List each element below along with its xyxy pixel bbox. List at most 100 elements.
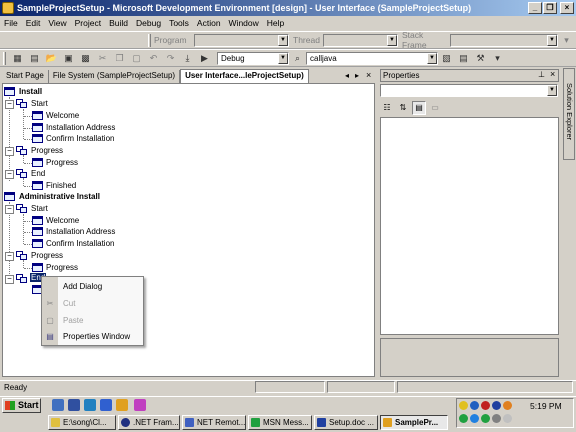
- find-icon[interactable]: ⌕: [291, 52, 304, 65]
- alphabetical-icon[interactable]: ⇅: [396, 101, 410, 115]
- tab-user-interface[interactable]: User Interface...leProjectSetup): [180, 69, 309, 83]
- add-dialog-menu-item[interactable]: Add Dialog: [42, 279, 143, 295]
- tree-install-start[interactable]: Start: [31, 99, 48, 108]
- ie-icon[interactable]: [100, 399, 112, 411]
- open-file-icon[interactable]: 📂: [45, 52, 58, 65]
- collapse-icon[interactable]: −: [5, 100, 14, 109]
- tab-file-system[interactable]: File System (SampleProjectSetup): [49, 70, 181, 83]
- copy-icon[interactable]: ❐: [113, 52, 126, 65]
- new-project-icon[interactable]: ▦: [11, 52, 24, 65]
- navigate-icon[interactable]: ⤓: [181, 52, 194, 65]
- tree-admin-progress[interactable]: Progress: [31, 251, 63, 260]
- tray-icon[interactable]: [459, 401, 468, 410]
- quick-launch-icon[interactable]: [68, 399, 80, 411]
- undo-icon[interactable]: ↶: [147, 52, 160, 65]
- tray-icon[interactable]: [459, 414, 468, 423]
- tray-icon[interactable]: [503, 401, 512, 410]
- tray-icon[interactable]: [470, 401, 479, 410]
- collapse-icon[interactable]: −: [5, 252, 14, 261]
- properties-icon[interactable]: ▤: [457, 52, 470, 65]
- tree-admin-confirm[interactable]: Confirm Installation: [46, 239, 114, 248]
- tray-icon[interactable]: [492, 414, 501, 423]
- tree-admin-install[interactable]: Administrative Install: [19, 192, 100, 201]
- object-selector-combo[interactable]: ▼: [380, 84, 558, 97]
- taskbar-button-net-framework[interactable]: .NET Fram...: [118, 415, 180, 430]
- toolbar-grip[interactable]: [3, 51, 6, 65]
- menu-tools[interactable]: Tools: [169, 18, 189, 28]
- menu-action[interactable]: Action: [197, 18, 221, 28]
- collapse-icon[interactable]: −: [5, 147, 14, 156]
- volume-icon[interactable]: [503, 414, 512, 423]
- tree-install-finished[interactable]: Finished: [46, 181, 76, 190]
- tree-install-address[interactable]: Installation Address: [46, 123, 115, 132]
- taskbar-button-msn[interactable]: MSN Mess...: [248, 415, 312, 430]
- tab-scroll-left-icon[interactable]: ◂: [345, 71, 349, 80]
- tray-icon[interactable]: [492, 401, 501, 410]
- toolbar-options-icon[interactable]: ▾: [491, 52, 504, 65]
- quick-launch-icon[interactable]: [84, 399, 96, 411]
- properties-close-icon[interactable]: ×: [550, 69, 555, 79]
- toolbox-icon[interactable]: ⚒: [474, 52, 487, 65]
- menu-edit[interactable]: Edit: [26, 18, 41, 28]
- menu-file[interactable]: File: [4, 18, 18, 28]
- collapse-icon[interactable]: −: [5, 275, 14, 284]
- solution-explorer-tab[interactable]: Solution Explorer: [563, 68, 575, 160]
- quick-launch-icon[interactable]: [116, 399, 128, 411]
- quick-launch-icon[interactable]: [134, 399, 146, 411]
- taskbar-button-setup-doc[interactable]: Setup.doc ...: [314, 415, 378, 430]
- tab-close-icon[interactable]: ×: [366, 70, 371, 80]
- collapse-icon[interactable]: −: [5, 205, 14, 214]
- tree-admin-address[interactable]: Installation Address: [46, 227, 115, 236]
- tree-install-progress[interactable]: Progress: [31, 146, 63, 155]
- categorized-icon[interactable]: ☷: [380, 101, 394, 115]
- save-all-icon[interactable]: ▩: [79, 52, 92, 65]
- taskbar-button-explorer[interactable]: E:\song\Cl...: [48, 415, 116, 430]
- menu-project[interactable]: Project: [75, 18, 101, 28]
- tray-icon[interactable]: [481, 401, 490, 410]
- menu-view[interactable]: View: [48, 18, 66, 28]
- taskbar-button-net-remoting[interactable]: NET Remot...: [182, 415, 246, 430]
- start-button[interactable]: Start: [2, 398, 41, 413]
- taskbar-button-sample-project[interactable]: SamplePr...: [380, 415, 448, 430]
- tree-admin-start[interactable]: Start: [31, 204, 48, 213]
- tray-icon[interactable]: [470, 414, 479, 423]
- menu-help[interactable]: Help: [267, 18, 284, 28]
- save-icon[interactable]: ▣: [62, 52, 75, 65]
- tree-install-confirm[interactable]: Confirm Installation: [46, 134, 114, 143]
- clock[interactable]: 5:19 PM: [530, 401, 562, 411]
- cut-icon[interactable]: ✂: [96, 52, 109, 65]
- msn-tray-icon[interactable]: [481, 414, 490, 423]
- restore-button[interactable]: ❐: [543, 2, 557, 14]
- properties-window-menu-item[interactable]: ▤ Properties Window: [42, 329, 143, 345]
- add-item-icon[interactable]: ▤: [28, 52, 41, 65]
- tab-scroll-right-icon[interactable]: ▸: [355, 71, 359, 80]
- paste-menu-item[interactable]: ▢ Paste: [42, 313, 143, 329]
- solution-config-combo[interactable]: Debug ▼: [217, 51, 289, 65]
- paste-icon[interactable]: ▢: [130, 52, 143, 65]
- toolbar-grip[interactable]: [148, 33, 151, 47]
- menu-window[interactable]: Window: [229, 18, 259, 28]
- show-desktop-icon[interactable]: [52, 399, 64, 411]
- property-grid[interactable]: [380, 117, 559, 335]
- find-combo[interactable]: calljava ▼: [306, 51, 438, 65]
- pin-icon[interactable]: ⊥: [538, 70, 545, 79]
- collapse-icon[interactable]: −: [5, 170, 14, 179]
- tree-install[interactable]: Install: [19, 87, 42, 96]
- toolbar-options-icon[interactable]: ▾: [560, 34, 573, 47]
- menu-debug[interactable]: Debug: [136, 18, 161, 28]
- redo-icon[interactable]: ↷: [164, 52, 177, 65]
- tree-admin-welcome[interactable]: Welcome: [46, 216, 79, 225]
- solution-explorer-icon[interactable]: ▧: [440, 52, 453, 65]
- menu-build[interactable]: Build: [109, 18, 128, 28]
- tab-start-page[interactable]: Start Page: [2, 70, 49, 83]
- tree-admin-progress-dialog[interactable]: Progress: [46, 263, 78, 272]
- minimize-button[interactable]: _: [528, 2, 542, 14]
- property-pages-icon[interactable]: ▭: [428, 101, 442, 115]
- tree-install-welcome[interactable]: Welcome: [46, 111, 79, 120]
- tree-install-progress-dialog[interactable]: Progress: [46, 158, 78, 167]
- cut-menu-item[interactable]: ✂ Cut: [42, 296, 143, 312]
- close-button[interactable]: ×: [560, 2, 574, 14]
- start-icon[interactable]: ▶: [198, 52, 211, 65]
- properties-view-icon[interactable]: ▤: [412, 101, 426, 115]
- tree-install-end[interactable]: End: [31, 169, 45, 178]
